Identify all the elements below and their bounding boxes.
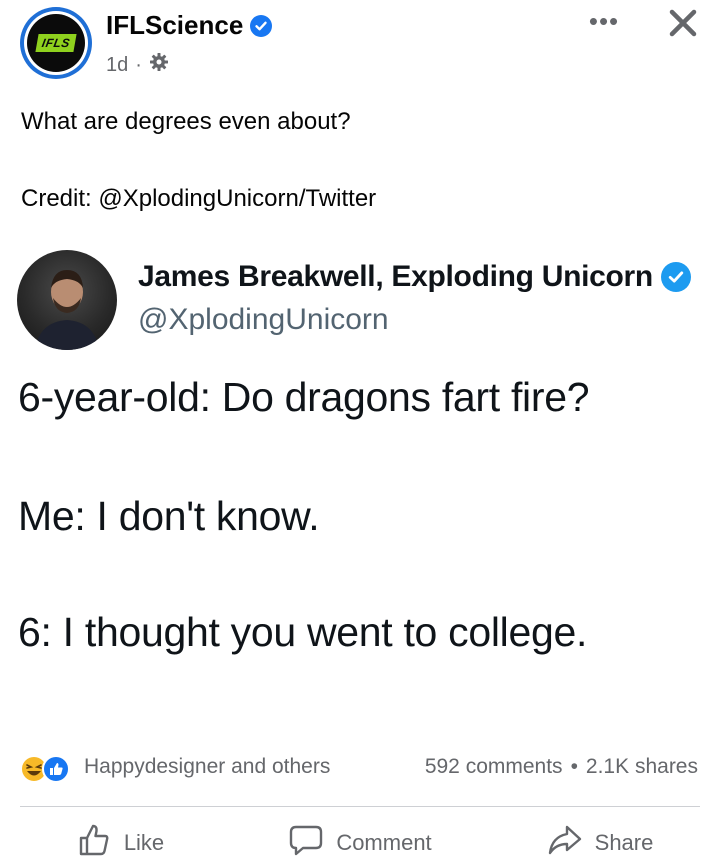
like-reaction-icon bbox=[42, 755, 70, 783]
verified-badge-icon bbox=[250, 14, 273, 37]
post-stats: Happydesigner and others 592 comments • … bbox=[0, 745, 720, 791]
tweet-text-line: 6: I thought you went to college. bbox=[18, 609, 588, 655]
shares-count[interactable]: 2.1K shares bbox=[586, 755, 698, 779]
post-meta: 1d · bbox=[106, 52, 169, 78]
meta-separator: · bbox=[135, 53, 142, 76]
action-bar: Like Comment Share bbox=[0, 820, 720, 866]
more-options-button[interactable]: ••• bbox=[584, 6, 624, 36]
comments-count[interactable]: 592 comments bbox=[425, 755, 563, 779]
post-caption: What are degrees even about? Credit: @Xp… bbox=[21, 106, 376, 215]
share-button[interactable]: Share bbox=[480, 820, 720, 866]
divider bbox=[20, 806, 700, 807]
comment-button[interactable]: Comment bbox=[240, 820, 480, 866]
tweet-author-name: James Breakwell, Exploding Unicorn bbox=[138, 260, 653, 293]
post-header: IFLS IFLScience 1d · ••• bbox=[0, 0, 720, 90]
tweet-text-line: 6-year-old: Do dragons fart fire? bbox=[18, 374, 590, 420]
like-label: Like bbox=[123, 830, 165, 855]
tweet-author-handle: @XplodingUnicorn bbox=[138, 303, 389, 336]
page-avatar[interactable]: IFLS bbox=[20, 7, 92, 79]
caption-credit: Credit: @XplodingUnicorn/Twitter bbox=[21, 185, 377, 212]
page-name[interactable]: IFLScience bbox=[106, 10, 243, 41]
logo-text: IFLS bbox=[35, 34, 77, 52]
verified-badge-icon bbox=[660, 262, 691, 292]
ifls-logo: IFLS bbox=[27, 14, 85, 72]
gear-icon bbox=[149, 52, 169, 78]
post-age[interactable]: 1d bbox=[106, 54, 128, 77]
close-icon[interactable] bbox=[664, 4, 704, 44]
share-arrow-icon bbox=[547, 822, 583, 864]
speech-bubble-icon bbox=[288, 822, 324, 864]
tweet-author-avatar bbox=[17, 250, 117, 350]
thumbs-up-icon bbox=[76, 822, 112, 864]
tweet-text-line: Me: I don't know. bbox=[18, 493, 320, 539]
stats-dot: • bbox=[570, 755, 578, 778]
share-label: Share bbox=[594, 830, 654, 855]
like-button[interactable]: Like bbox=[0, 820, 240, 866]
caption-line: What are degrees even about? bbox=[21, 108, 351, 135]
comment-label: Comment bbox=[336, 830, 432, 855]
reaction-icons[interactable] bbox=[20, 755, 80, 783]
reactors-text[interactable]: Happydesigner and others bbox=[84, 755, 330, 779]
